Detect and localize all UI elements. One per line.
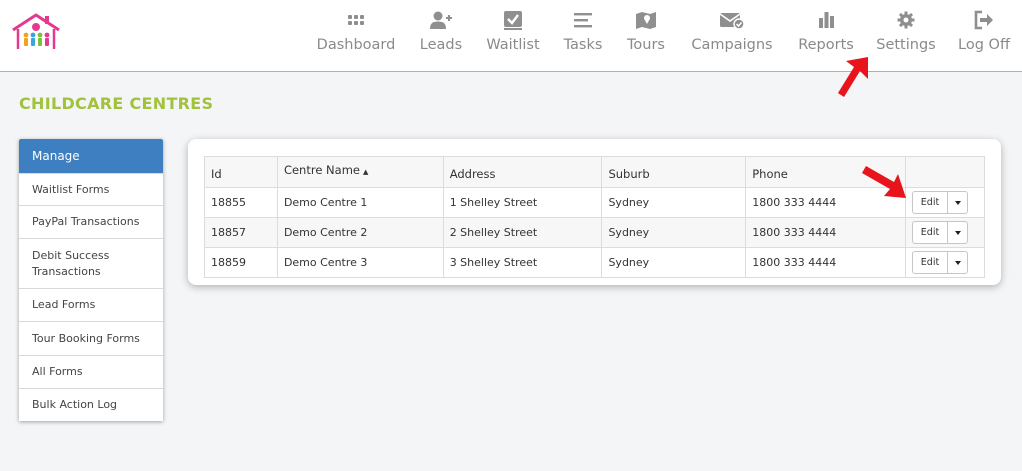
edit-button[interactable]: Edit (913, 252, 947, 273)
nav-campaigns[interactable]: Campaigns (688, 10, 776, 60)
nav-label: Reports (798, 37, 854, 53)
column-header-label: Centre Name (283, 163, 360, 177)
edit-dropdown-toggle[interactable] (947, 222, 967, 243)
map-icon (624, 10, 668, 32)
edit-dropdown-toggle[interactable] (947, 192, 967, 213)
caret-down-icon (954, 200, 961, 205)
cell-centre-name: Demo Centre 2 (276, 217, 444, 248)
cell-phone: 1800 333 4444 (745, 247, 906, 278)
cell-address: 3 Shelley Street (442, 247, 603, 278)
nav-dashboard[interactable]: Dashboard (315, 10, 397, 60)
sidebar-item-label: Bulk Action Log (32, 398, 118, 411)
sidebar-item-label: PayPal Transactions (32, 215, 140, 228)
sidebar-item-all-forms[interactable]: All Forms (19, 355, 163, 388)
sidebar-item-label: Lead Forms (32, 298, 96, 311)
sidebar-item-waitlist-forms[interactable]: Waitlist Forms (19, 173, 163, 205)
nav-tasks[interactable]: Tasks (560, 10, 606, 60)
annotation-arrow-edit (862, 166, 906, 198)
column-header-label: Suburb (608, 167, 650, 181)
caret-down-icon (954, 230, 961, 235)
table-row: 18857 Demo Centre 2 2 Shelley Street Syd… (204, 217, 985, 248)
edit-button-group: Edit (912, 191, 968, 214)
nav-tours[interactable]: Tours (624, 10, 668, 60)
table-row: 18859 Demo Centre 3 3 Shelley Street Syd… (204, 247, 985, 278)
column-header-suburb[interactable]: Suburb (601, 156, 747, 188)
check-square-icon (484, 10, 542, 32)
edit-button[interactable]: Edit (913, 192, 947, 213)
nav-label: Campaigns (691, 37, 773, 53)
sidebar-header-manage[interactable]: Manage (19, 139, 163, 173)
column-header-address[interactable]: Address (442, 156, 603, 188)
column-header-label: Address (449, 167, 496, 181)
nav-label: Tasks (563, 37, 603, 53)
sign-out-icon (956, 10, 1012, 32)
cell-suburb: Sydney (601, 247, 747, 278)
edit-button[interactable]: Edit (913, 222, 947, 243)
nav-leads[interactable]: Leads (418, 10, 464, 60)
nav-label: Log Off (958, 37, 1010, 53)
cell-actions: Edit (905, 217, 985, 248)
grid-icon (315, 10, 397, 32)
cell-id: 18857 (204, 217, 278, 248)
cell-id: 18855 (204, 187, 278, 218)
nav-log-off[interactable]: Log Off (956, 10, 1012, 60)
nav-waitlist[interactable]: Waitlist (484, 10, 542, 60)
envelope-check-icon (688, 10, 776, 32)
sidebar-item-paypal-transactions[interactable]: PayPal Transactions (19, 205, 163, 238)
nav-label: Waitlist (486, 37, 540, 53)
edit-dropdown-toggle[interactable] (947, 252, 967, 273)
cell-address: 2 Shelley Street (442, 217, 603, 248)
sidebar-item-tour-booking-forms[interactable]: Tour Booking Forms (19, 321, 163, 355)
sidebar-item-label: All Forms (32, 365, 83, 378)
bar-chart-icon (796, 10, 856, 32)
cell-actions: Edit (905, 187, 985, 218)
sidebar-item-debit-success-transactions[interactable]: Debit Success Transactions (19, 238, 163, 288)
centres-card: Id Centre Name ▲ Address Suburb Phone 188… (188, 139, 1001, 285)
cell-suburb: Sydney (601, 217, 747, 248)
nav-label: Tours (627, 37, 665, 53)
column-header-label: Phone (752, 167, 788, 181)
cell-phone: 1800 333 4444 (745, 217, 906, 248)
column-header-centre-name[interactable]: Centre Name ▲ (276, 156, 444, 188)
column-header-id[interactable]: Id (204, 156, 278, 188)
cell-suburb: Sydney (601, 187, 747, 218)
column-header-actions (905, 156, 985, 188)
column-header-label: Id (211, 167, 222, 181)
page-title: CHILDCARE CENTRES (19, 94, 214, 113)
sidebar-item-bulk-action-log[interactable]: Bulk Action Log (19, 388, 163, 421)
cell-centre-name: Demo Centre 3 (276, 247, 444, 278)
nav-label: Leads (419, 37, 463, 53)
sort-ascending-icon: ▲ (362, 168, 369, 176)
sidebar-item-lead-forms[interactable]: Lead Forms (19, 288, 163, 321)
annotation-arrow-settings (838, 57, 868, 97)
sidebar: Manage Waitlist Forms PayPal Transaction… (19, 139, 163, 421)
sidebar-item-label: Debit Success Transactions (32, 248, 110, 278)
list-icon (560, 10, 606, 32)
cell-id: 18859 (204, 247, 278, 278)
sidebar-item-label: Tour Booking Forms (32, 331, 140, 345)
cell-centre-name: Demo Centre 1 (276, 187, 444, 218)
edit-button-group: Edit (912, 251, 968, 274)
edit-button-group: Edit (912, 221, 968, 244)
nav-label: Dashboard (316, 37, 396, 53)
nav-label: Settings (876, 37, 936, 53)
cell-address: 1 Shelley Street (442, 187, 603, 218)
sidebar-item-label: Waitlist Forms (32, 182, 110, 196)
cell-actions: Edit (905, 247, 985, 278)
gear-icon (875, 10, 937, 32)
caret-down-icon (954, 260, 961, 265)
nav-settings[interactable]: Settings (875, 10, 937, 60)
user-plus-icon (418, 10, 464, 32)
